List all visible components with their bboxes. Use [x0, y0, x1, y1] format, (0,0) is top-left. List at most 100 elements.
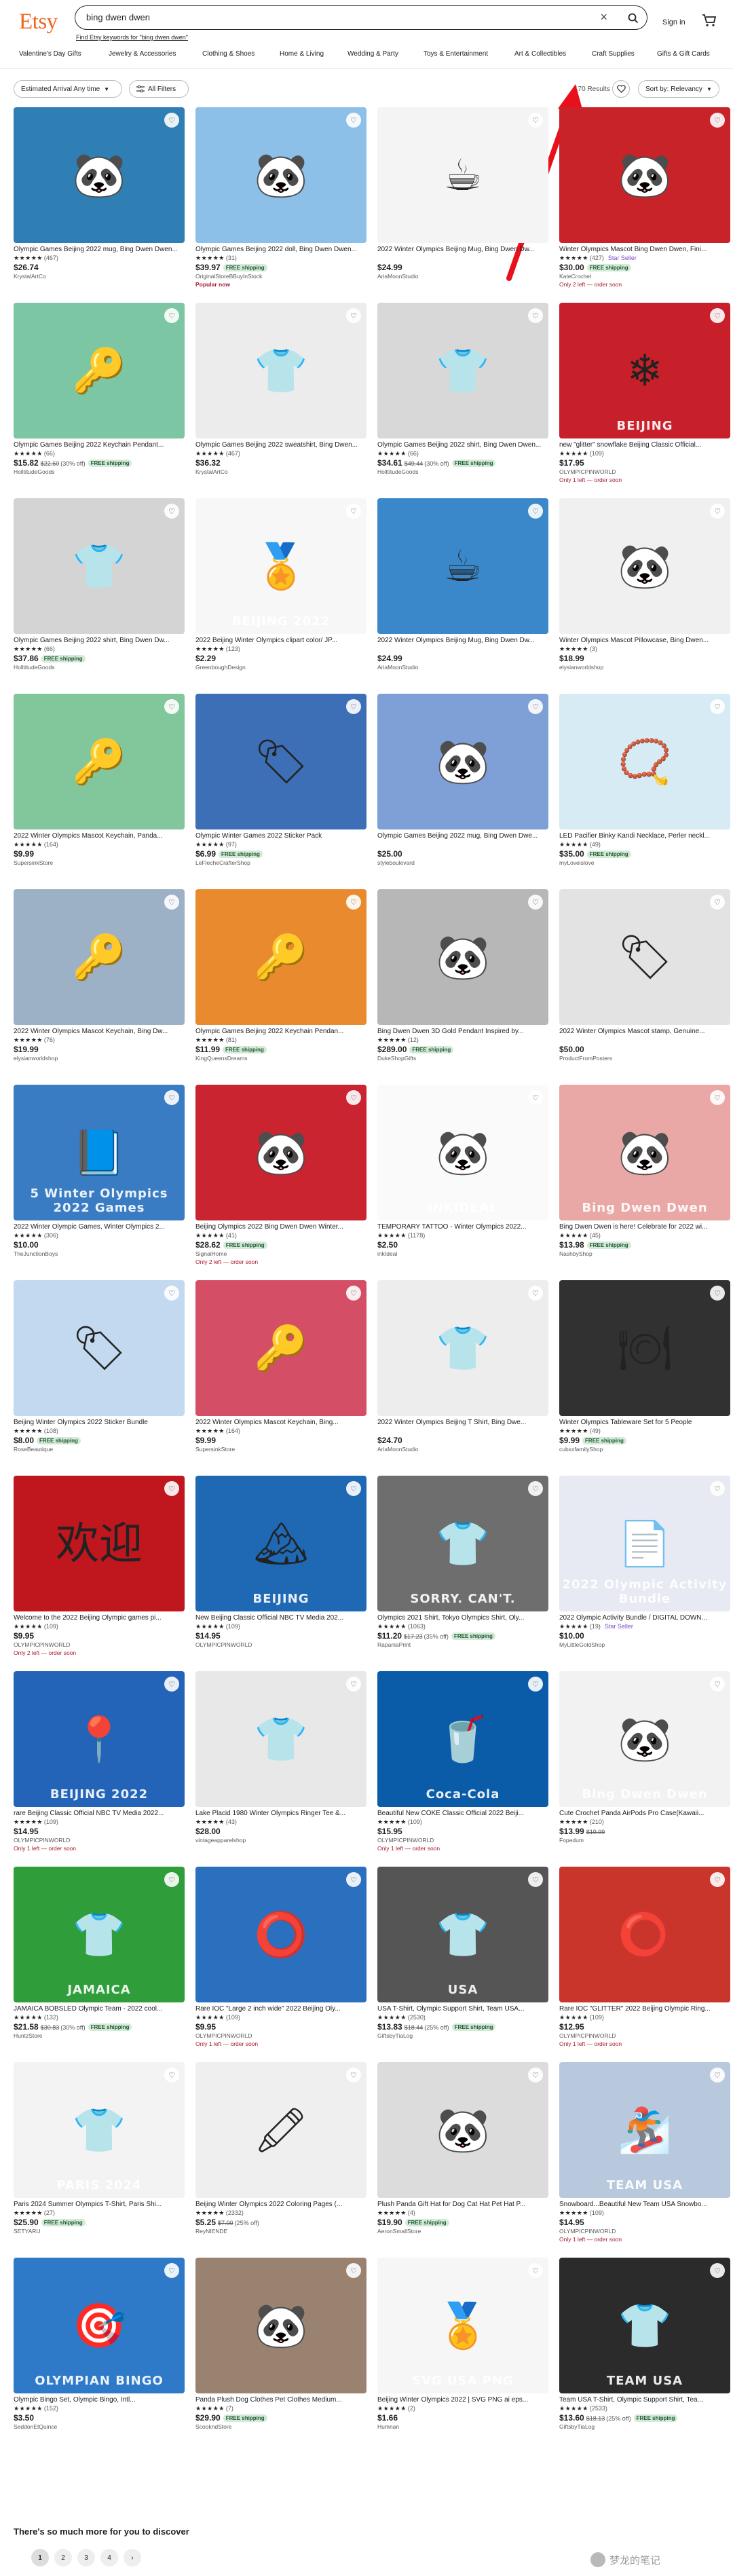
shop-name[interactable]: AriaMoonStudio [377, 273, 418, 280]
sort-dropdown[interactable]: Sort by: Relevancy ▼ [638, 80, 719, 98]
search-input[interactable] [86, 6, 588, 29]
shop-name[interactable]: GreenboughDesign [195, 664, 246, 671]
product-title[interactable]: 2022 Winter Olympics Mascot Keychain, Bi… [195, 1419, 366, 1426]
product-title[interactable]: Welcome to the 2022 Beijing Olympic game… [14, 1614, 185, 1622]
shop-name[interactable]: SETYARU [14, 2228, 41, 2235]
product-card[interactable]: 👕 ♡ Olympic Games Beijing 2022 shirt, Bing… [377, 303, 548, 493]
product-card[interactable]: 🐼 Bing Dwen Dwen ♡ Bing Dwen Dwen is here! … [559, 1085, 730, 1275]
shop-name[interactable]: HolltitudeGoods [14, 468, 54, 475]
product-card[interactable]: 📘 5 Winter Olympics 2022 Games ♡ 2022 Winte… [14, 1085, 185, 1275]
sign-in-link[interactable]: Sign in [662, 18, 685, 26]
product-image[interactable]: 🍽 ♡ [559, 1280, 730, 1416]
product-image[interactable]: 🐼 ♡ [559, 498, 730, 634]
product-title[interactable]: Olympic Games Beijing 2022 mug, Bing Dwe… [377, 832, 548, 840]
product-title[interactable]: Olympic Games Beijing 2022 doll, Bing Dw… [195, 246, 366, 253]
product-image[interactable]: 🏷 ♡ [559, 889, 730, 1025]
product-image[interactable]: 📍 BEIJING 2022 ♡ [14, 1671, 185, 1807]
product-image[interactable]: 🐼 ♡ [377, 889, 548, 1025]
product-title[interactable]: Rare IOC "GLITTER" 2022 Beijing Olympic … [559, 2005, 730, 2013]
shop-name[interactable]: DukeShopGifts [377, 1055, 416, 1062]
product-image[interactable]: 🐼 ♡ [377, 2062, 548, 2198]
product-title[interactable]: 2022 Beijing Winter Olympics clipart col… [195, 637, 366, 644]
heart-icon[interactable]: ♡ [164, 1481, 179, 1496]
product-card[interactable]: 🐼 ♡ Beijing Olympics 2022 Bing Dwen Dwen W… [195, 1085, 366, 1275]
product-title[interactable]: 2022 Winter Olympics Beijing T Shirt, Bi… [377, 1419, 548, 1426]
product-image[interactable]: 🐼 ♡ [377, 694, 548, 829]
shop-name[interactable]: cubxxfamilyShop [559, 1446, 603, 1453]
heart-icon[interactable]: ♡ [346, 1090, 361, 1105]
heart-icon[interactable]: ♡ [710, 2263, 725, 2278]
product-card[interactable]: 🐼 ♡ Olympic Games Beijing 2022 mug, Bing D… [14, 107, 185, 297]
product-title[interactable]: 2022 Winter Olympics Mascot stamp, Genui… [559, 1028, 730, 1035]
page-1-button[interactable]: 1 [31, 2549, 49, 2566]
heart-icon[interactable]: ♡ [710, 1481, 725, 1496]
heart-icon[interactable]: ♡ [710, 1090, 725, 1105]
product-title[interactable]: Winter Olympics Tableware Set for 5 Peop… [559, 1419, 730, 1426]
cart-button[interactable] [702, 14, 717, 31]
product-image[interactable]: ☕ ♡ [377, 498, 548, 634]
shop-name[interactable]: NashbyShop [559, 1250, 593, 1257]
heart-icon[interactable]: ♡ [528, 2263, 543, 2278]
product-image[interactable]: 🐼 Bing Dwen Dwen ♡ [559, 1085, 730, 1220]
product-title[interactable]: Rare IOC "Large 2 inch wide" 2022 Beijin… [195, 2005, 366, 2013]
heart-icon[interactable]: ♡ [710, 504, 725, 519]
product-image[interactable]: 🏂 TEAM USA ♡ [559, 2062, 730, 2198]
product-image[interactable]: 🎯 OLYMPIAN BINGO ♡ [14, 2258, 185, 2393]
product-card[interactable]: 🐼 Bing Dwen Dwen ♡ Cute Crochet Panda AirPo… [559, 1671, 730, 1861]
heart-icon[interactable]: ♡ [528, 699, 543, 714]
heart-icon[interactable]: ♡ [710, 1677, 725, 1692]
product-title[interactable]: Olympic Games Beijing 2022 shirt, Bing D… [14, 637, 185, 644]
shop-name[interactable]: Humnan [377, 2423, 399, 2430]
heart-icon[interactable]: ♡ [528, 1090, 543, 1105]
product-card[interactable]: 🐼 ♡ Panda Plush Dog Clothes Pet Clothes Me… [195, 2258, 366, 2448]
heart-icon[interactable]: ♡ [164, 1090, 179, 1105]
product-title[interactable]: Beautiful New COKE Classic Official 2022… [377, 1810, 548, 1817]
product-title[interactable]: Olympic Games Beijing 2022 mug, Bing Dwe… [14, 246, 185, 253]
product-image[interactable]: ⭕ ♡ [195, 1867, 366, 2002]
product-image[interactable]: 🔑 ♡ [195, 889, 366, 1025]
category-home[interactable]: Home & Living [280, 50, 324, 58]
product-card[interactable]: 🔑 ♡ 2022 Winter Olympics Mascot Keychain, … [195, 1280, 366, 1470]
product-card[interactable]: 👕 PARIS 2024 ♡ Paris 2024 Summer Olympics T… [14, 2062, 185, 2252]
heart-icon[interactable]: ♡ [528, 308, 543, 323]
shop-name[interactable]: GiftsbyTiaLog [377, 2032, 413, 2039]
product-title[interactable]: Olympic Games Beijing 2022 Keychain Pend… [14, 441, 185, 449]
product-image[interactable]: 🐼 ♡ [559, 107, 730, 243]
heart-icon[interactable]: ♡ [164, 1286, 179, 1301]
shop-name[interactable]: HolltitudeGoods [377, 468, 418, 475]
product-image[interactable]: 🏅 BEIJING 2022 ♡ [195, 498, 366, 634]
product-card[interactable]: ❄ BEIJING ♡ new "glitter" snowflake Beijing… [559, 303, 730, 493]
product-image[interactable]: 📿 ♡ [559, 694, 730, 829]
category-toys[interactable]: Toys & Entertainment [424, 50, 488, 58]
product-image[interactable]: ⭕ ♡ [559, 1867, 730, 2002]
shop-name[interactable]: inkIdeal [377, 1250, 397, 1257]
product-card[interactable]: 🐼 ♡ Olympic Games Beijing 2022 doll, Bing … [195, 107, 366, 297]
product-image[interactable]: 🐼 ♡ [195, 1085, 366, 1220]
product-card[interactable]: 🐼 ♡ Plush Panda Gift Hat for Dog Cat Hat P… [377, 2062, 548, 2252]
product-image[interactable]: 🔑 ♡ [14, 889, 185, 1025]
shop-name[interactable]: OLYMPICPINWORLD [14, 1641, 70, 1648]
heart-icon[interactable]: ♡ [528, 1286, 543, 1301]
heart-icon[interactable]: ♡ [528, 504, 543, 519]
shop-name[interactable]: ReyNIENDE [195, 2228, 227, 2235]
product-card[interactable]: 🏅 BEIJING 2022 ♡ 2022 Beijing Winter Olympi… [195, 498, 366, 688]
heart-icon[interactable]: ♡ [528, 2068, 543, 2083]
favorite-filter-button[interactable] [612, 80, 630, 98]
category-craft[interactable]: Craft Supplies [592, 50, 635, 58]
product-title[interactable]: Olympic Winter Games 2022 Sticker Pack [195, 832, 366, 840]
heart-icon[interactable]: ♡ [710, 2068, 725, 2083]
product-image[interactable]: 欢迎 ♡ [14, 1476, 185, 1611]
product-image[interactable]: 🏔 BEIJING ♡ [195, 1476, 366, 1611]
page-3-button[interactable]: 3 [77, 2549, 95, 2566]
heart-icon[interactable]: ♡ [710, 699, 725, 714]
shop-name[interactable]: LeFlecheCrafterShop [195, 859, 250, 866]
product-card[interactable]: 👕 ♡ 2022 Winter Olympics Beijing T Shirt, … [377, 1280, 548, 1470]
product-image[interactable]: 🐼 ♡ [14, 107, 185, 243]
product-image[interactable]: 🖍 ♡ [195, 2062, 366, 2198]
shop-name[interactable]: SupersinkStore [195, 1446, 235, 1453]
product-image[interactable]: 👕 TEAM USA ♡ [559, 2258, 730, 2393]
shop-name[interactable]: SeddonEtQuince [14, 2423, 57, 2430]
shop-name[interactable]: AriaMoonStudio [377, 1446, 418, 1453]
product-card[interactable]: 👕 USA ♡ USA T-Shirt, Olympic Support Shirt,… [377, 1867, 548, 2057]
product-image[interactable]: 📄 2022 Olympic Activity Bundle ♡ [559, 1476, 730, 1611]
